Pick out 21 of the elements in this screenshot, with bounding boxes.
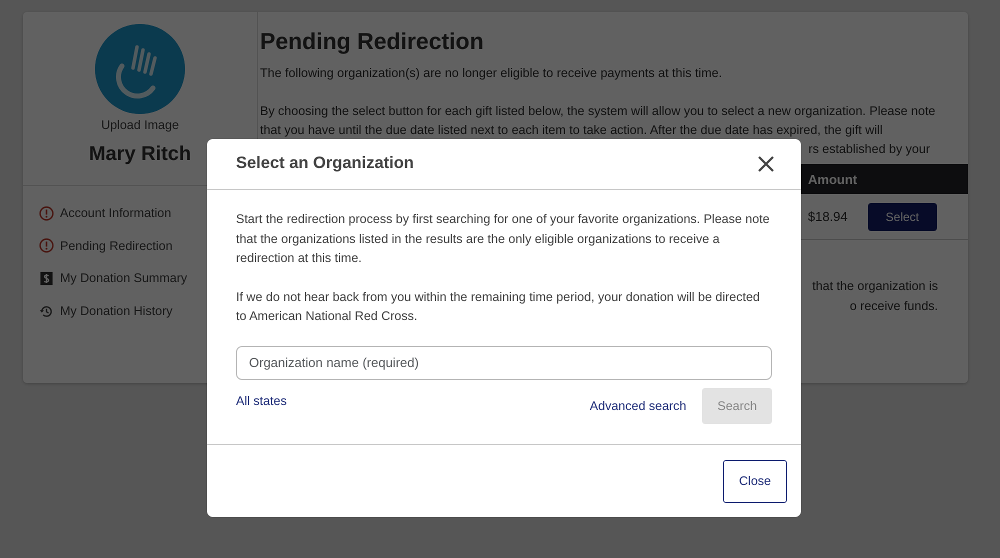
column-header: Amount	[808, 170, 858, 189]
page-title: Pending Redirection	[260, 28, 485, 56]
logo-icon	[95, 24, 185, 114]
alert-icon	[39, 238, 54, 254]
close-button[interactable]	[757, 155, 775, 173]
close-button[interactable]: Close	[723, 460, 787, 503]
search-field[interactable]: Organization name (required)	[236, 346, 772, 380]
intro-text: The following organization(s) are no longer eligible to receive payments at this time.	[260, 64, 724, 82]
paragraph-text: rs established by your	[808, 142, 930, 156]
select-button[interactable]: Select	[868, 202, 937, 231]
dollar-icon	[39, 271, 54, 286]
history-icon	[39, 304, 54, 319]
table-cell-text: $18.94	[808, 208, 848, 226]
all-states-link[interactable]: All states	[236, 392, 287, 410]
upload-image-link[interactable]: Upload Image	[23, 116, 257, 135]
advanced-search-link[interactable]: Advanced search	[590, 396, 686, 416]
alert-icon	[39, 206, 54, 221]
note-text: o receive funds.	[850, 299, 938, 314]
note-text: that the organization is	[812, 279, 938, 294]
modal-text: Start the redirection process by first searching for one of your favorite organizations. Please note that the organizations listed in the results are the only eligible organizations to receive a redirection at this time.	[236, 211, 771, 267]
modal-title: Select an Organization	[236, 154, 414, 174]
